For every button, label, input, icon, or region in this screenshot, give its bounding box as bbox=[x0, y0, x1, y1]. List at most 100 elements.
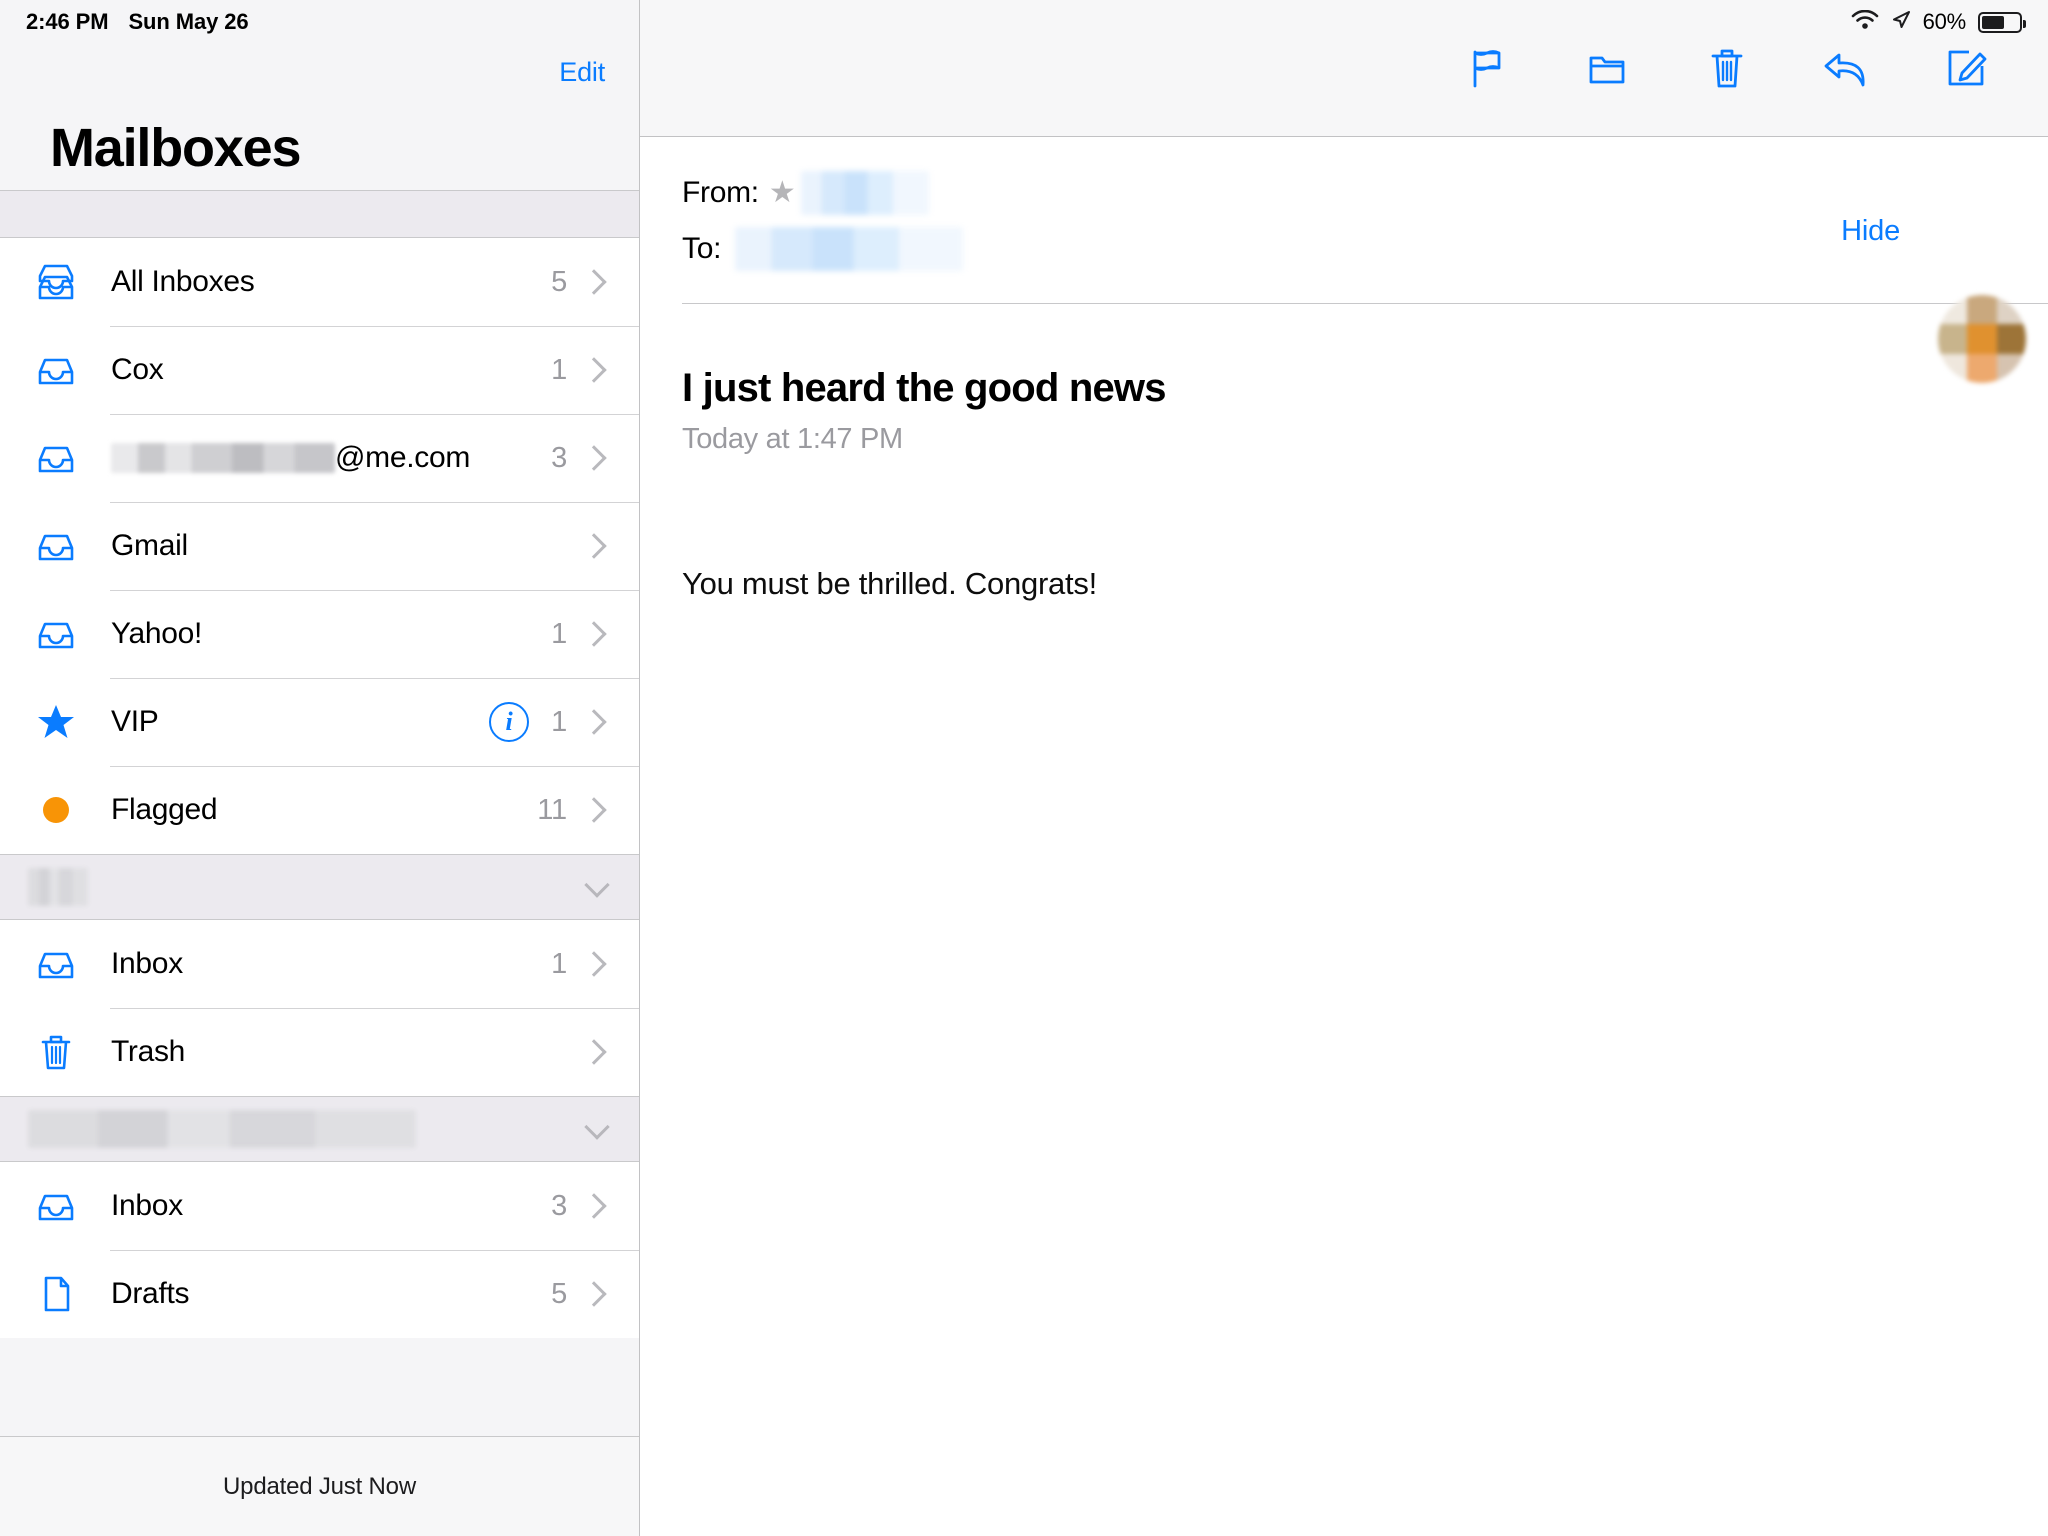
from-label: From: bbox=[682, 176, 759, 209]
sidebar-item-all-inboxes[interactable]: All Inboxes 5 bbox=[0, 238, 639, 326]
inbox-icon bbox=[26, 611, 86, 657]
mail-app: 2:46 PM Sun May 26 Edit Mailboxes All In… bbox=[0, 0, 2048, 1536]
redacted-recipient-address bbox=[735, 227, 964, 271]
message-detail-pane: 60% From: ★ To: Hide I just heard the go… bbox=[640, 0, 2048, 1536]
unread-count: 1 bbox=[551, 353, 567, 386]
from-line: From: ★ bbox=[640, 165, 2048, 221]
message-subject: I just heard the good news bbox=[682, 366, 1167, 410]
sender-avatar[interactable] bbox=[1938, 295, 2026, 383]
sidebar-item-gmail[interactable]: Gmail bbox=[0, 502, 639, 590]
inbox-icon bbox=[26, 941, 86, 987]
sidebar-item-label: VIP bbox=[111, 705, 159, 738]
unread-count: 5 bbox=[551, 265, 567, 298]
inbox-icon bbox=[26, 523, 86, 569]
chevron-right-icon bbox=[583, 711, 605, 733]
accounts-list: All Inboxes 5 Cox 1 @me.com 3 Gmail Yaho… bbox=[0, 238, 639, 854]
message-body[interactable]: You must be thrilled. Congrats! bbox=[640, 456, 2048, 607]
redacted-sender-address bbox=[801, 171, 930, 215]
sidebar-item-me-com[interactable]: @me.com 3 bbox=[0, 414, 639, 502]
unread-count: 1 bbox=[551, 947, 567, 980]
page-title: Mailboxes bbox=[50, 118, 301, 178]
chevron-right-icon bbox=[583, 1283, 605, 1305]
sidebar-item-label: Drafts bbox=[111, 1277, 190, 1310]
unread-count: 3 bbox=[551, 441, 567, 474]
sidebar-item-label: Yahoo! bbox=[111, 617, 203, 650]
unread-count: 5 bbox=[551, 1277, 567, 1310]
star-icon bbox=[26, 702, 86, 742]
chevron-right-icon bbox=[583, 953, 605, 975]
unread-count: 3 bbox=[551, 1189, 567, 1222]
sidebar-item-label-redacted: @me.com bbox=[86, 441, 551, 475]
sidebar-item-label: Flagged bbox=[111, 793, 218, 826]
unread-count: 1 bbox=[551, 705, 567, 738]
sidebar-item-yahoo[interactable]: Yahoo! 1 bbox=[0, 590, 639, 678]
sidebar-item-inbox-2[interactable]: Inbox 3 bbox=[0, 1162, 639, 1250]
mailboxes-sidebar: 2:46 PM Sun May 26 Edit Mailboxes All In… bbox=[0, 0, 640, 1536]
chevron-right-icon bbox=[583, 447, 605, 469]
sidebar-item-label: Gmail bbox=[111, 529, 188, 562]
sidebar-item-label: All Inboxes bbox=[111, 265, 255, 298]
folder-icon[interactable] bbox=[1578, 39, 1636, 97]
status-bar-left: 2:46 PM Sun May 26 bbox=[0, 0, 639, 44]
sidebar-edit-row: Edit bbox=[0, 44, 639, 100]
edit-button[interactable]: Edit bbox=[559, 57, 605, 88]
battery-icon bbox=[1978, 11, 2026, 33]
header-divider bbox=[682, 303, 2048, 304]
sidebar-item-label: Trash bbox=[111, 1035, 186, 1068]
redacted-group-title bbox=[28, 1110, 416, 1148]
sidebar-top-group-spacer bbox=[0, 190, 639, 238]
trash-icon bbox=[26, 1029, 86, 1075]
vip-info-button[interactable]: i bbox=[489, 702, 530, 742]
reply-icon[interactable] bbox=[1818, 39, 1876, 97]
sidebar-item-cox[interactable]: Cox 1 bbox=[0, 326, 639, 414]
trash-icon[interactable] bbox=[1698, 39, 1756, 97]
mailbox-group-header-2[interactable] bbox=[0, 1096, 639, 1162]
to-label: To: bbox=[682, 232, 722, 265]
redacted-account-name bbox=[111, 443, 335, 473]
chevron-right-icon bbox=[583, 623, 605, 645]
status-bar-date: Sun May 26 bbox=[128, 9, 249, 34]
inbox-icon bbox=[26, 347, 86, 393]
chevron-down-icon[interactable] bbox=[585, 1116, 611, 1142]
vip-star-icon: ★ bbox=[768, 176, 796, 209]
sidebar-item-flagged[interactable]: Flagged 11 bbox=[0, 766, 639, 854]
mailbox-group-header-1[interactable] bbox=[0, 854, 639, 920]
unread-count: 11 bbox=[537, 793, 567, 826]
chevron-right-icon bbox=[583, 1041, 605, 1063]
wifi-icon bbox=[1851, 9, 1879, 35]
message-header: From: ★ To: Hide bbox=[640, 137, 2048, 383]
chevron-right-icon bbox=[583, 359, 605, 381]
sidebar-item-trash[interactable]: Trash bbox=[0, 1008, 639, 1096]
chevron-right-icon bbox=[583, 1195, 605, 1217]
mailbox-group-2-list: Inbox 3 Drafts 5 bbox=[0, 1162, 639, 1338]
location-arrow-icon bbox=[1891, 10, 1911, 35]
sync-status-label: Updated Just Now bbox=[223, 1472, 416, 1500]
flag-icon[interactable] bbox=[1458, 39, 1516, 97]
mailbox-group-1-list: Inbox 1 Trash bbox=[0, 920, 639, 1096]
inbox-icon bbox=[26, 435, 86, 481]
sidebar-item-label: Inbox bbox=[111, 947, 183, 980]
sync-status-bar: Updated Just Now bbox=[0, 1436, 639, 1536]
sidebar-item-label: @me.com bbox=[335, 441, 471, 474]
drafts-icon bbox=[26, 1271, 86, 1317]
message-timestamp: Today at 1:47 PM bbox=[682, 423, 903, 455]
hide-details-button[interactable]: Hide bbox=[1841, 215, 1900, 248]
chevron-down-icon[interactable] bbox=[585, 874, 611, 900]
inbox-icon bbox=[26, 1183, 86, 1229]
chevron-right-icon bbox=[583, 799, 605, 821]
sidebar-item-label: Inbox bbox=[111, 1189, 183, 1222]
status-bar-time: 2:46 PM bbox=[26, 9, 109, 34]
orange-dot-icon bbox=[26, 797, 86, 823]
unread-count: 1 bbox=[551, 617, 567, 650]
chevron-right-icon bbox=[583, 271, 605, 293]
sidebar-item-vip[interactable]: VIP i 1 bbox=[0, 678, 639, 766]
all-inboxes-icon bbox=[26, 259, 86, 305]
redacted-group-title bbox=[28, 868, 88, 906]
chevron-right-icon bbox=[583, 535, 605, 557]
status-bar-right: 60% bbox=[1851, 0, 2026, 44]
battery-percent-label: 60% bbox=[1922, 9, 1967, 34]
compose-icon[interactable] bbox=[1938, 39, 1996, 97]
sidebar-item-inbox-1[interactable]: Inbox 1 bbox=[0, 920, 639, 1008]
sidebar-item-label: Cox bbox=[111, 353, 164, 386]
sidebar-item-drafts[interactable]: Drafts 5 bbox=[0, 1250, 639, 1338]
